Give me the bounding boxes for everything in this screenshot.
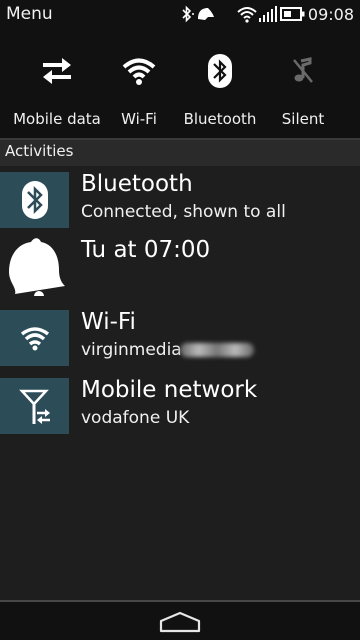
wifi-network-name: virginmedia <box>81 340 182 360</box>
activity-title: Tu at 07:00 <box>81 237 211 263</box>
activity-icon-tile <box>0 172 69 228</box>
wifi-toggle[interactable]: Wi-Fi <box>94 28 184 138</box>
redacted-blur <box>179 343 254 357</box>
silent-icon <box>293 57 313 83</box>
activity-subtitle: Connected, shown to all <box>81 202 286 222</box>
mobile-data-icon <box>43 58 71 84</box>
activity-wifi[interactable]: Wi-Fi virginmedia <box>0 306 360 370</box>
signal-bars-icon <box>259 6 277 22</box>
activity-subtitle: virginmedia <box>81 340 254 360</box>
bluetooth-label: Bluetooth <box>183 110 257 128</box>
activity-title: Mobile network <box>81 377 258 403</box>
mobile-data-toggle[interactable]: Mobile data <box>12 28 102 138</box>
activity-alarm[interactable]: Tu at 07:00 <box>0 234 360 298</box>
bluetooth-icon <box>21 181 48 219</box>
wifi-icon <box>122 58 156 85</box>
activity-title: Bluetooth <box>81 171 193 197</box>
clock: 09:08 <box>307 5 354 24</box>
wifi-status-icon <box>237 7 257 23</box>
bluetooth-toggle[interactable]: Bluetooth <box>175 28 265 138</box>
menu-label[interactable]: Menu <box>6 4 53 24</box>
bluetooth-status-icon <box>182 5 214 23</box>
activity-bluetooth[interactable]: Bluetooth Connected, shown to all <box>0 168 360 232</box>
activity-icon-tile <box>0 238 69 296</box>
wifi-label: Wi-Fi <box>121 110 157 128</box>
mobile-network-icon <box>18 389 50 424</box>
silent-label: Silent <box>281 110 325 128</box>
battery-icon <box>280 7 305 21</box>
bluetooth-icon <box>208 54 232 88</box>
activity-subtitle: vodafone UK <box>81 408 190 428</box>
activities-header: Activities <box>0 140 360 166</box>
quick-settings-panel: Mobile data Wi-Fi Bluetooth Silent <box>0 28 360 138</box>
navigation-bar <box>0 602 360 640</box>
activities-header-label: Activities <box>5 142 74 160</box>
activity-mobile-network[interactable]: Mobile network vodafone UK <box>0 374 360 438</box>
home-icon <box>159 611 201 633</box>
alarm-bell-icon <box>8 238 65 296</box>
mobile-data-label: Mobile data <box>13 110 101 128</box>
silent-toggle[interactable]: Silent <box>258 28 348 138</box>
activity-icon-tile <box>0 378 69 434</box>
wifi-icon <box>20 327 49 351</box>
home-button[interactable] <box>156 608 204 636</box>
activity-title: Wi-Fi <box>81 309 136 335</box>
status-icons <box>180 5 306 23</box>
status-bar: Menu 09:08 <box>0 0 360 28</box>
activity-icon-tile <box>0 310 69 366</box>
